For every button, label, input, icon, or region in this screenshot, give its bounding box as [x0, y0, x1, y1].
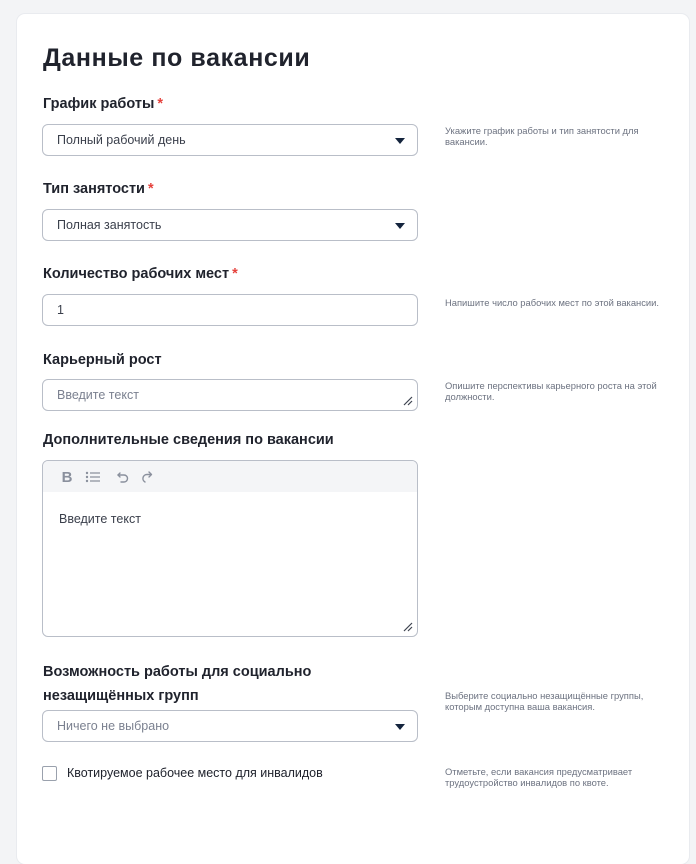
employment-type-select[interactable]: Полная занятость [42, 209, 418, 241]
additional-info-placeholder: Введите текст [59, 512, 141, 526]
redo-icon[interactable] [137, 467, 157, 487]
additional-info-label: Дополнительные сведения по вакансии [43, 432, 334, 448]
required-mark: * [232, 266, 238, 282]
employment-type-select-value: Полная занятость [57, 218, 162, 232]
bullet-list-icon[interactable] [83, 467, 103, 487]
schedule-select-value: Полный рабочий день [57, 133, 186, 147]
quota-hint: Отметьте, если вакансия предусматривает … [445, 766, 633, 788]
social-groups-placeholder: Ничего не выбрано [57, 719, 170, 733]
schedule-label-text: График работы [43, 96, 155, 112]
chevron-down-icon [395, 724, 405, 730]
career-placeholder: Введите текст [57, 388, 139, 402]
social-groups-select[interactable]: Ничего не выбрано [42, 710, 418, 742]
chevron-down-icon [395, 223, 405, 229]
schedule-select[interactable]: Полный рабочий день [42, 124, 418, 156]
workplaces-input[interactable]: 1 [42, 294, 418, 326]
required-mark: * [147, 181, 154, 197]
chevron-down-icon [395, 138, 405, 144]
social-groups-hint: Выберите социально незащищённые группы, … [445, 690, 644, 712]
workplaces-label: Количество рабочих мест * [43, 266, 238, 282]
career-hint: Опишите перспективы карьерного роста на … [445, 380, 657, 402]
additional-info-editor[interactable]: B Введите текст [42, 460, 418, 637]
career-textarea[interactable]: Введите текст [42, 379, 418, 411]
quota-checkbox[interactable] [42, 766, 57, 781]
vacancy-form-card: Данные по вакансии График работы * Полный… [17, 14, 689, 864]
social-groups-label-line1: Возможность работы для социально [43, 664, 312, 680]
social-groups-label: Возможность работы для социально незащищ… [43, 660, 311, 708]
schedule-label: График работы * [43, 96, 163, 112]
workplaces-label-text: Количество рабочих мест [43, 266, 230, 282]
page-title: Данные по вакансии [43, 44, 311, 72]
schedule-hint: Укажите график работы и тип занятости дл… [445, 125, 639, 147]
bold-icon[interactable]: B [57, 467, 77, 487]
editor-toolbar: B [43, 461, 417, 492]
career-label: Карьерный рост [43, 352, 162, 368]
workplaces-hint: Напишите число рабочих мест по этой вака… [445, 297, 659, 308]
resize-handle-icon[interactable] [401, 394, 413, 406]
workplaces-input-value: 1 [57, 303, 64, 317]
employment-type-label: Тип занятости * [43, 181, 154, 197]
social-groups-label-line2: незащищённых групп [43, 688, 199, 704]
resize-handle-icon[interactable] [401, 620, 413, 632]
employment-type-label-text: Тип занятости [43, 181, 145, 197]
undo-icon[interactable] [113, 467, 133, 487]
quota-checkbox-label[interactable]: Квотируемое рабочее место для инвалидов [67, 766, 323, 780]
required-mark: * [157, 96, 163, 112]
